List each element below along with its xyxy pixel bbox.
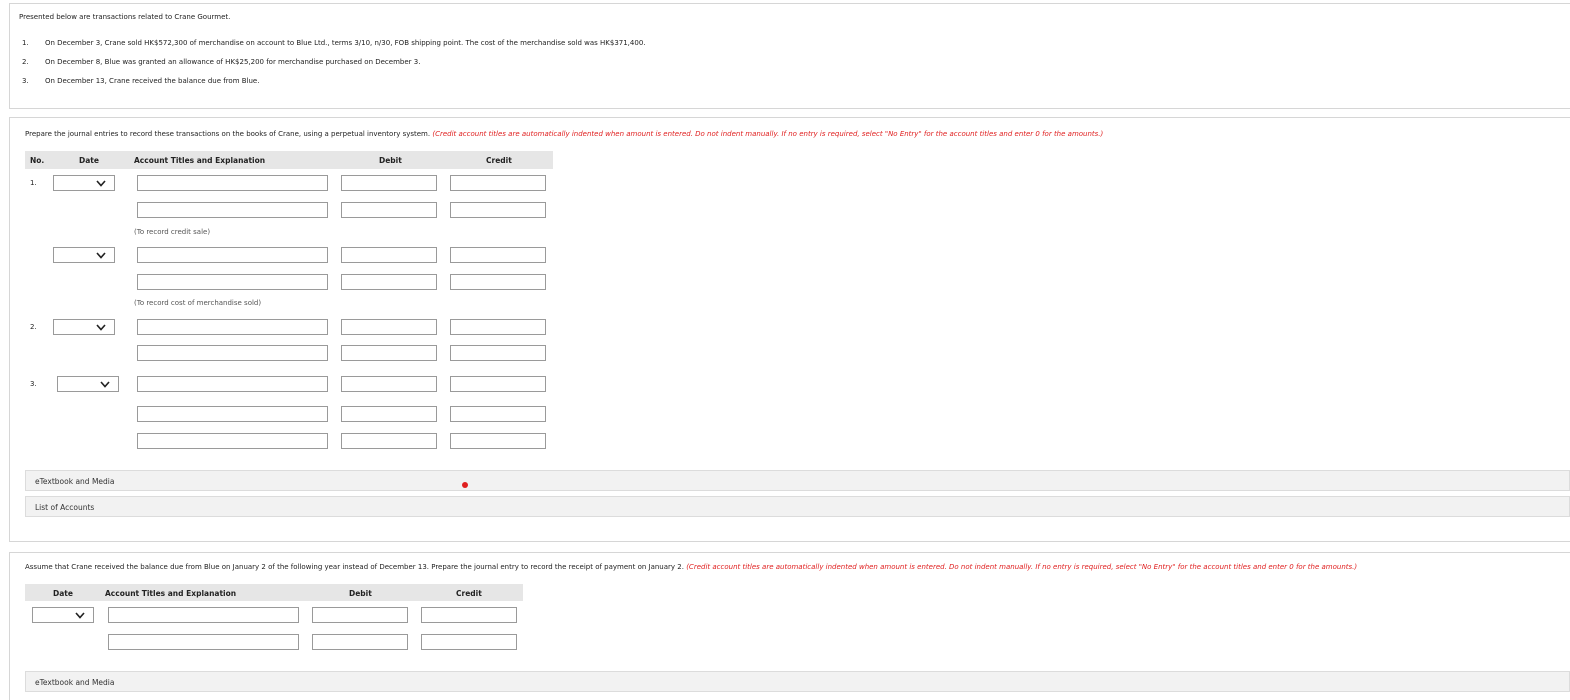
credit-input[interactable] bbox=[450, 376, 546, 392]
col-date: Date bbox=[79, 156, 99, 165]
account-input[interactable] bbox=[137, 345, 328, 361]
credit-input[interactable] bbox=[450, 433, 546, 449]
list-of-accounts-bar[interactable]: List of Accounts bbox=[25, 496, 1570, 517]
debit-input[interactable] bbox=[341, 433, 437, 449]
date-select-jan[interactable] bbox=[32, 607, 94, 623]
transaction-3-text: On December 13, Crane received the balan… bbox=[45, 77, 260, 85]
date-select-3[interactable] bbox=[57, 376, 119, 392]
col-debit: Debit bbox=[379, 156, 402, 165]
credit-input[interactable] bbox=[421, 607, 517, 623]
transaction-1-num: 1. bbox=[22, 39, 29, 47]
account-input[interactable] bbox=[137, 406, 328, 422]
col-debit: Debit bbox=[349, 589, 372, 598]
journal-table-header: No. Date Account Titles and Explanation … bbox=[25, 151, 553, 169]
note-cogs: (To record cost of merchandise sold) bbox=[134, 299, 262, 307]
date-select-2[interactable] bbox=[53, 319, 115, 335]
credit-input[interactable] bbox=[450, 274, 546, 290]
entry-number-1: 1. bbox=[30, 179, 37, 187]
credit-input[interactable] bbox=[450, 319, 546, 335]
etextbook-label: eTextbook and Media bbox=[35, 678, 115, 687]
debit-input[interactable] bbox=[341, 247, 437, 263]
credit-input[interactable] bbox=[450, 202, 546, 218]
etextbook-media-bar[interactable]: eTextbook and Media bbox=[25, 470, 1570, 491]
credit-input[interactable] bbox=[450, 175, 546, 191]
debit-input[interactable] bbox=[312, 607, 408, 623]
etextbook-label: eTextbook and Media bbox=[35, 477, 115, 486]
chevron-down-icon bbox=[96, 180, 106, 187]
col-date: Date bbox=[53, 589, 73, 598]
debit-input[interactable] bbox=[341, 345, 437, 361]
col-credit: Credit bbox=[486, 156, 512, 165]
account-input[interactable] bbox=[137, 376, 328, 392]
intro-text: Presented below are transactions related… bbox=[19, 13, 231, 21]
date-select-1a[interactable] bbox=[53, 175, 115, 191]
date-select-1b[interactable] bbox=[53, 247, 115, 263]
debit-input[interactable] bbox=[341, 274, 437, 290]
entry-number-3: 3. bbox=[30, 380, 37, 388]
account-input[interactable] bbox=[137, 202, 328, 218]
part1-instruction-note: (Credit account titles are automatically… bbox=[432, 130, 1104, 138]
chevron-down-icon bbox=[96, 324, 106, 331]
debit-input[interactable] bbox=[341, 175, 437, 191]
transactions-panel: Presented below are transactions related… bbox=[9, 3, 1570, 109]
etextbook-media-bar-2[interactable]: eTextbook and Media bbox=[25, 671, 1570, 692]
debit-input[interactable] bbox=[312, 634, 408, 650]
credit-input[interactable] bbox=[450, 406, 546, 422]
col-credit: Credit bbox=[456, 589, 482, 598]
credit-input[interactable] bbox=[450, 247, 546, 263]
debit-input[interactable] bbox=[341, 406, 437, 422]
debit-input[interactable] bbox=[341, 202, 437, 218]
account-input[interactable] bbox=[137, 433, 328, 449]
part2-table-header: Date Account Titles and Explanation Debi… bbox=[25, 584, 523, 601]
transaction-2-text: On December 8, Blue was granted an allow… bbox=[45, 58, 421, 66]
account-input[interactable] bbox=[137, 274, 328, 290]
transaction-3-num: 3. bbox=[22, 77, 29, 85]
note-credit-sale: (To record credit sale) bbox=[134, 228, 211, 236]
col-account: Account Titles and Explanation bbox=[105, 589, 237, 598]
credit-input[interactable] bbox=[421, 634, 517, 650]
chevron-down-icon bbox=[75, 612, 85, 619]
chevron-down-icon bbox=[100, 381, 110, 388]
red-dot-icon bbox=[462, 482, 468, 488]
part2-instruction: Assume that Crane received the balance d… bbox=[25, 563, 1358, 571]
entry-number-2: 2. bbox=[30, 323, 37, 331]
list-of-accounts-label: List of Accounts bbox=[35, 503, 95, 512]
credit-input[interactable] bbox=[450, 345, 546, 361]
part1-instruction: Prepare the journal entries to record th… bbox=[25, 130, 1104, 138]
account-input[interactable] bbox=[137, 319, 328, 335]
transaction-1-text: On December 3, Crane sold HK$572,300 of … bbox=[45, 39, 646, 47]
account-input[interactable] bbox=[108, 634, 299, 650]
col-no: No. bbox=[30, 156, 45, 165]
col-account: Account Titles and Explanation bbox=[134, 156, 266, 165]
debit-input[interactable] bbox=[341, 319, 437, 335]
transaction-2-num: 2. bbox=[22, 58, 29, 66]
account-input[interactable] bbox=[108, 607, 299, 623]
part2-instruction-note: (Credit account titles are automatically… bbox=[686, 563, 1358, 571]
account-input[interactable] bbox=[137, 175, 328, 191]
account-input[interactable] bbox=[137, 247, 328, 263]
chevron-down-icon bbox=[96, 252, 106, 259]
debit-input[interactable] bbox=[341, 376, 437, 392]
